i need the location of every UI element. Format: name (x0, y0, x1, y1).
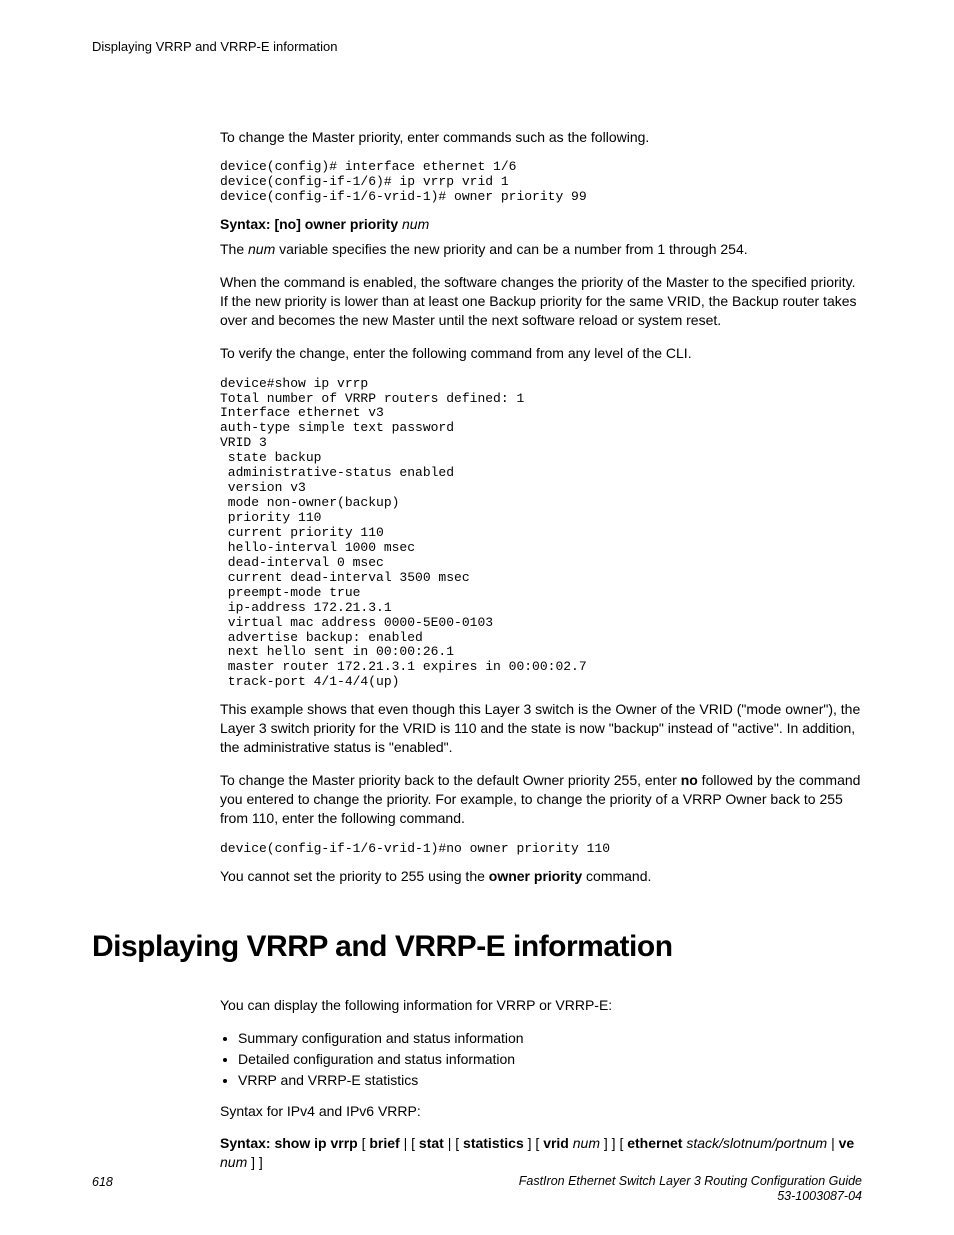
footer-docnum: 53-1003087-04 (777, 1189, 862, 1203)
text: variable specifies the new priority and … (275, 241, 747, 257)
text: | (827, 1135, 838, 1151)
syntax-bold: statistics (463, 1135, 524, 1151)
footer-title: FastIron Ethernet Switch Layer 3 Routing… (519, 1174, 862, 1188)
code-block-3: device(config-if-1/6-vrid-1)#no owner pr… (220, 842, 862, 857)
var: stack/slotnum/portnum (682, 1135, 827, 1151)
syntax-var: num (402, 216, 429, 232)
paragraph-cannot: You cannot set the priority to 255 using… (220, 867, 862, 886)
text: ] [ (524, 1135, 543, 1151)
footer-text: FastIron Ethernet Switch Layer 3 Routing… (519, 1174, 862, 1205)
running-head: Displaying VRRP and VRRP-E information (92, 38, 862, 56)
list-item: VRRP and VRRP-E statistics (238, 1071, 862, 1090)
paragraph-syntaxfor: Syntax for IPv4 and IPv6 VRRP: (220, 1102, 862, 1121)
list-item: Detailed configuration and status inform… (238, 1050, 862, 1069)
page-number: 618 (92, 1174, 113, 1191)
var: num (220, 1154, 247, 1170)
syntax-bold: brief (369, 1135, 399, 1151)
body-column: To change the Master priority, enter com… (220, 128, 862, 886)
syntax-line-1: Syntax: [no] owner priority num (220, 215, 862, 234)
text: You cannot set the priority to 255 using… (220, 868, 489, 884)
paragraph-display: You can display the following informatio… (220, 996, 862, 1015)
paragraph-enabled: When the command is enabled, the softwar… (220, 273, 862, 330)
var-num: num (248, 241, 275, 257)
paragraph-num: The num variable specifies the new prior… (220, 240, 862, 259)
var: num (569, 1135, 600, 1151)
syntax-line-2: Syntax: show ip vrrp [ brief | [ stat | … (220, 1134, 862, 1172)
bold-owner-priority: owner priority (489, 868, 582, 884)
body-column-2: You can display the following informatio… (220, 996, 862, 1172)
text: | [ (444, 1135, 463, 1151)
code-block-1: device(config)# interface ethernet 1/6 d… (220, 160, 862, 205)
text: To change the Master priority back to th… (220, 772, 681, 788)
paragraph-changeback: To change the Master priority back to th… (220, 771, 862, 828)
syntax-bold: stat (419, 1135, 444, 1151)
section-heading: Displaying VRRP and VRRP-E information (92, 927, 862, 968)
syntax-bold: ve (839, 1135, 855, 1151)
syntax-bold: vrid (543, 1135, 569, 1151)
paragraph-example: This example shows that even though this… (220, 700, 862, 757)
page-footer: 618 FastIron Ethernet Switch Layer 3 Rou… (92, 1174, 862, 1205)
page: Displaying VRRP and VRRP-E information T… (0, 0, 954, 1235)
code-block-2: device#show ip vrrp Total number of VRRP… (220, 377, 862, 691)
syntax-bold: Syntax: show ip vrrp (220, 1135, 358, 1151)
text: ] ] [ (600, 1135, 627, 1151)
text: | [ (400, 1135, 419, 1151)
syntax-bold: ethernet (627, 1135, 682, 1151)
list-item: Summary configuration and status informa… (238, 1029, 862, 1048)
text: ] ] (247, 1154, 263, 1170)
text: [ (358, 1135, 370, 1151)
bullet-list: Summary configuration and status informa… (220, 1029, 862, 1090)
syntax-bold: Syntax: [no] owner priority (220, 216, 398, 232)
text: The (220, 241, 248, 257)
paragraph-intro: To change the Master priority, enter com… (220, 128, 862, 147)
bold-no: no (681, 772, 698, 788)
paragraph-verify: To verify the change, enter the followin… (220, 344, 862, 363)
text: command. (582, 868, 651, 884)
